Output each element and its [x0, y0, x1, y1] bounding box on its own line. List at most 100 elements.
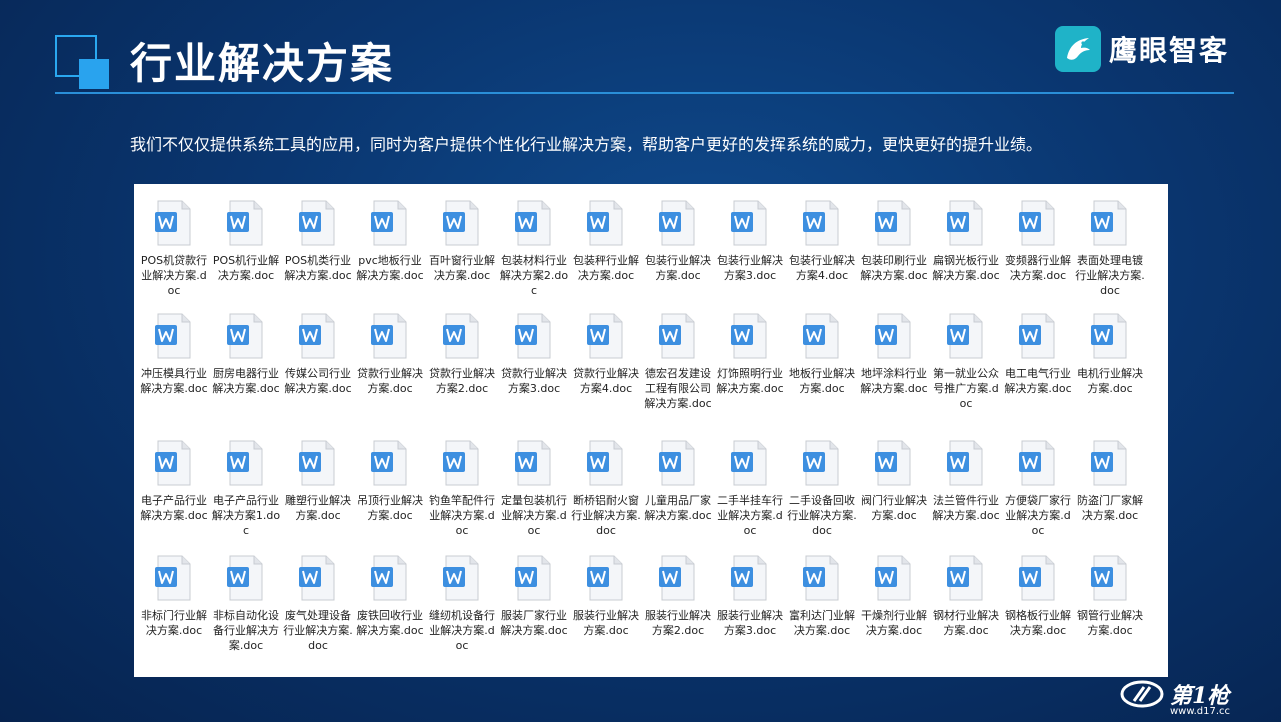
- file-name: 电工电气行业解决方案.doc: [1004, 367, 1072, 395]
- file-item[interactable]: 传媒公司行业解决方案.doc: [283, 312, 353, 396]
- file-item[interactable]: 变频器行业解决方案.doc: [1003, 199, 1073, 283]
- watermark-url: www.d17.cc: [1170, 706, 1231, 717]
- file-item[interactable]: 电子产品行业解决方案1.doc: [211, 439, 281, 538]
- file-name: 干燥剂行业解决方案.doc: [861, 609, 927, 637]
- file-item[interactable]: 方便袋厂家行业解决方案.doc: [1003, 439, 1073, 538]
- word-doc-icon: [659, 313, 695, 359]
- file-item[interactable]: 德宏召发建设工程有限公司解决方案.doc: [643, 312, 713, 411]
- word-doc-icon: [587, 313, 623, 359]
- file-item[interactable]: POS机类行业解决方案.doc: [283, 199, 353, 283]
- file-item[interactable]: 雕塑行业解决方案.doc: [283, 439, 353, 523]
- file-item[interactable]: 钓鱼竿配件行业解决方案.doc: [427, 439, 497, 538]
- word-doc-icon: [1019, 440, 1055, 486]
- file-item[interactable]: 服装行业解决方案.doc: [571, 554, 641, 638]
- file-item[interactable]: 钢管行业解决方案.doc: [1075, 554, 1145, 638]
- file-name: 雕塑行业解决方案.doc: [285, 494, 351, 522]
- title-decoration-fill: [79, 59, 109, 89]
- file-item[interactable]: 表面处理电镀行业解决方案.doc: [1075, 199, 1145, 298]
- file-item[interactable]: 钢材行业解决方案.doc: [931, 554, 1001, 638]
- file-item[interactable]: 电子产品行业解决方案.doc: [139, 439, 209, 523]
- file-item[interactable]: 干燥剂行业解决方案.doc: [859, 554, 929, 638]
- file-item[interactable]: 法兰管件行业解决方案.doc: [931, 439, 1001, 523]
- file-item[interactable]: 富利达门业解决方案.doc: [787, 554, 857, 638]
- brand-logo: 鹰眼智客: [1055, 26, 1229, 72]
- file-item[interactable]: 包装印刷行业解决方案.doc: [859, 199, 929, 283]
- file-item[interactable]: 包装行业解决方案3.doc: [715, 199, 785, 283]
- file-item[interactable]: 厨房电器行业解决方案.doc: [211, 312, 281, 396]
- file-item[interactable]: 服装行业解决方案2.doc: [643, 554, 713, 638]
- word-doc-icon: [587, 440, 623, 486]
- word-doc-icon: [443, 313, 479, 359]
- file-item[interactable]: 包装行业解决方案4.doc: [787, 199, 857, 283]
- file-item[interactable]: 贷款行业解决方案2.doc: [427, 312, 497, 396]
- file-item[interactable]: 贷款行业解决方案3.doc: [499, 312, 569, 396]
- word-doc-icon: [299, 200, 335, 246]
- file-item[interactable]: 包装行业解决方案.doc: [643, 199, 713, 283]
- file-item[interactable]: 缝纫机设备行业解决方案.doc: [427, 554, 497, 653]
- file-name: 钢格板行业解决方案.doc: [1005, 609, 1071, 637]
- word-doc-icon: [227, 555, 263, 601]
- file-item[interactable]: 冲压模具行业解决方案.doc: [139, 312, 209, 396]
- file-name: POS机行业解决方案.doc: [212, 254, 280, 282]
- file-name: 钢管行业解决方案.doc: [1077, 609, 1143, 637]
- file-item[interactable]: 断桥铝耐火窗行业解决方案.doc: [571, 439, 641, 538]
- header-divider: [55, 92, 1234, 94]
- file-item[interactable]: 阀门行业解决方案.doc: [859, 439, 929, 523]
- file-item[interactable]: 服装行业解决方案3.doc: [715, 554, 785, 638]
- file-item[interactable]: 百叶窗行业解决方案.doc: [427, 199, 497, 283]
- file-item[interactable]: 地坪涂料行业解决方案.doc: [859, 312, 929, 396]
- word-doc-icon: [371, 555, 407, 601]
- file-item[interactable]: 防盗门厂家解决方案.doc: [1075, 439, 1145, 523]
- file-item[interactable]: 电工电气行业解决方案.doc: [1003, 312, 1073, 396]
- word-doc-icon: [299, 440, 335, 486]
- file-name: POS机类行业解决方案.doc: [284, 254, 352, 282]
- file-item[interactable]: 二手半挂车行业解决方案.doc: [715, 439, 785, 538]
- file-item[interactable]: 贷款行业解决方案.doc: [355, 312, 425, 396]
- file-item[interactable]: 电机行业解决方案.doc: [1075, 312, 1145, 396]
- file-name: 电子产品行业解决方案.doc: [140, 494, 208, 522]
- file-name: 德宏召发建设工程有限公司解决方案.doc: [644, 367, 712, 410]
- word-doc-icon: [1019, 313, 1055, 359]
- file-item[interactable]: 包装材料行业解决方案2.doc: [499, 199, 569, 298]
- file-item[interactable]: 扁钢光板行业解决方案.doc: [931, 199, 1001, 283]
- file-name: 包装行业解决方案4.doc: [789, 254, 855, 282]
- word-doc-icon: [731, 440, 767, 486]
- file-item[interactable]: 非标门行业解决方案.doc: [139, 554, 209, 638]
- file-item[interactable]: 废气处理设备行业解决方案.doc: [283, 554, 353, 653]
- file-name: 地坪涂料行业解决方案.doc: [860, 367, 928, 395]
- file-item[interactable]: 灯饰照明行业解决方案.doc: [715, 312, 785, 396]
- word-doc-icon: [1019, 200, 1055, 246]
- file-item[interactable]: 二手设备回收行业解决方案.doc: [787, 439, 857, 538]
- file-item[interactable]: 儿童用品厂家解决方案.doc: [643, 439, 713, 523]
- file-item[interactable]: 服装厂家行业解决方案.doc: [499, 554, 569, 638]
- file-item[interactable]: 第一就业公众号推广方案.doc: [931, 312, 1001, 411]
- file-item[interactable]: 地板行业解决方案.doc: [787, 312, 857, 396]
- word-doc-icon: [803, 440, 839, 486]
- file-item[interactable]: 吊顶行业解决方案.doc: [355, 439, 425, 523]
- word-doc-icon: [227, 313, 263, 359]
- word-doc-icon: [1091, 200, 1127, 246]
- intro-text: 我们不仅仅提供系统工具的应用，同时为客户提供个性化行业解决方案，帮助客户更好的发…: [130, 135, 1043, 154]
- file-item[interactable]: POS机贷款行业解决方案.doc: [139, 199, 209, 298]
- file-name: 冲压模具行业解决方案.doc: [140, 367, 208, 395]
- file-item[interactable]: 非标自动化设备行业解决方案.doc: [211, 554, 281, 653]
- word-doc-icon: [515, 313, 551, 359]
- file-item[interactable]: pvc地板行业解决方案.doc: [355, 199, 425, 283]
- file-name: POS机贷款行业解决方案.doc: [140, 254, 208, 297]
- word-doc-icon: [371, 313, 407, 359]
- file-name: 防盗门厂家解决方案.doc: [1077, 494, 1143, 522]
- file-item[interactable]: 废铁回收行业解决方案.doc: [355, 554, 425, 638]
- word-doc-icon: [443, 200, 479, 246]
- file-name: 二手设备回收行业解决方案.doc: [787, 494, 857, 537]
- file-item[interactable]: 贷款行业解决方案4.doc: [571, 312, 641, 396]
- file-item[interactable]: POS机行业解决方案.doc: [211, 199, 281, 283]
- file-name: 贷款行业解决方案3.doc: [501, 367, 567, 395]
- file-name: 贷款行业解决方案2.doc: [429, 367, 495, 395]
- file-name: 传媒公司行业解决方案.doc: [284, 367, 352, 395]
- file-item[interactable]: 包装秤行业解决方案.doc: [571, 199, 641, 283]
- word-doc-icon: [875, 555, 911, 601]
- file-name: 表面处理电镀行业解决方案.doc: [1075, 254, 1145, 297]
- file-item[interactable]: 定量包装机行业解决方案.doc: [499, 439, 569, 538]
- file-item[interactable]: 钢格板行业解决方案.doc: [1003, 554, 1073, 638]
- file-name: 电机行业解决方案.doc: [1077, 367, 1143, 395]
